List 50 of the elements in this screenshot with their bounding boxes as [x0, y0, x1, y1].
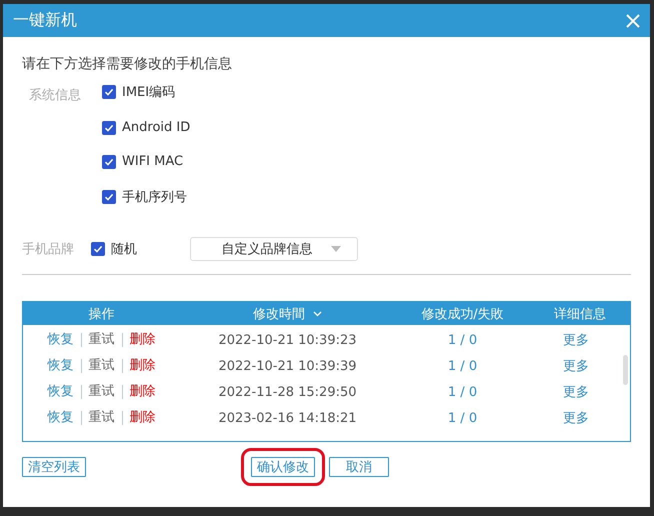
option-label: Android ID	[122, 120, 190, 135]
action-link[interactable]: 恢复	[40, 385, 80, 399]
checkbox[interactable]	[102, 120, 116, 134]
details-link[interactable]: 更多	[530, 357, 622, 375]
action-link[interactable]: 重试	[80, 385, 122, 399]
column-header[interactable]: 修改時間	[253, 304, 305, 322]
action-link[interactable]: 删除	[122, 411, 162, 425]
action-link[interactable]: 重试	[80, 333, 122, 347]
checkbox[interactable]	[102, 154, 116, 168]
table-cell-text: 1 / 0	[446, 358, 478, 374]
action-link[interactable]: 恢复	[40, 333, 80, 347]
column-header[interactable]: 操作	[88, 304, 114, 322]
table-cell-text: 2023-02-16 14:18:21	[217, 410, 358, 426]
table-cell-text: 1 / 0	[446, 410, 478, 426]
action-link[interactable]: 删除	[122, 385, 162, 399]
dropdown-arrow-icon	[330, 246, 340, 252]
column-header[interactable]: 修改成功/失敗	[421, 304, 504, 322]
details-link[interactable]: 更多	[530, 383, 622, 401]
window-title: 一键新机	[13, 10, 77, 31]
table-cell-text: 2022-11-28 15:29:50	[217, 384, 358, 400]
details-link[interactable]: 更多	[530, 409, 622, 427]
column-header[interactable]: 详细信息	[554, 304, 606, 322]
table-cell-text: 1 / 0	[446, 332, 478, 348]
action-link[interactable]: 恢复	[40, 411, 80, 425]
table-cell-text: 2022-10-21 10:39:23	[217, 332, 358, 348]
action-link[interactable]: 删除	[122, 359, 162, 373]
chevron-down-icon[interactable]	[313, 310, 322, 316]
dialog-button[interactable]: 确认修改	[251, 457, 315, 477]
dialog-button[interactable]: 清空列表	[22, 457, 86, 477]
checkbox[interactable]	[102, 190, 116, 204]
action-link[interactable]: 重试	[80, 359, 122, 373]
option-label: 手机序列号	[122, 189, 187, 206]
table-cell-text: 2022-10-21 10:39:39	[217, 358, 358, 374]
action-link[interactable]: 重试	[80, 411, 122, 425]
group-label: 手机品牌	[22, 242, 74, 257]
option-label: IMEI编码	[122, 84, 176, 101]
action-link[interactable]: 删除	[122, 333, 162, 347]
option-label: 随机	[111, 241, 137, 258]
checkbox[interactable]	[91, 242, 105, 256]
option-label: WIFI MAC	[122, 154, 184, 169]
table-cell-text: 1 / 0	[446, 384, 478, 400]
close-icon[interactable]	[626, 14, 640, 28]
brand-dropdown[interactable]: 自定义品牌信息	[190, 237, 358, 261]
action-link[interactable]: 恢复	[40, 359, 80, 373]
checkbox[interactable]	[102, 85, 116, 99]
scrollbar-thumb[interactable]	[623, 355, 628, 385]
group-label: 系统信息	[29, 88, 81, 103]
dialog-button[interactable]: 取消	[329, 457, 389, 477]
instruction-text: 请在下方选择需要修改的手机信息	[22, 55, 233, 73]
details-link[interactable]: 更多	[530, 331, 622, 349]
